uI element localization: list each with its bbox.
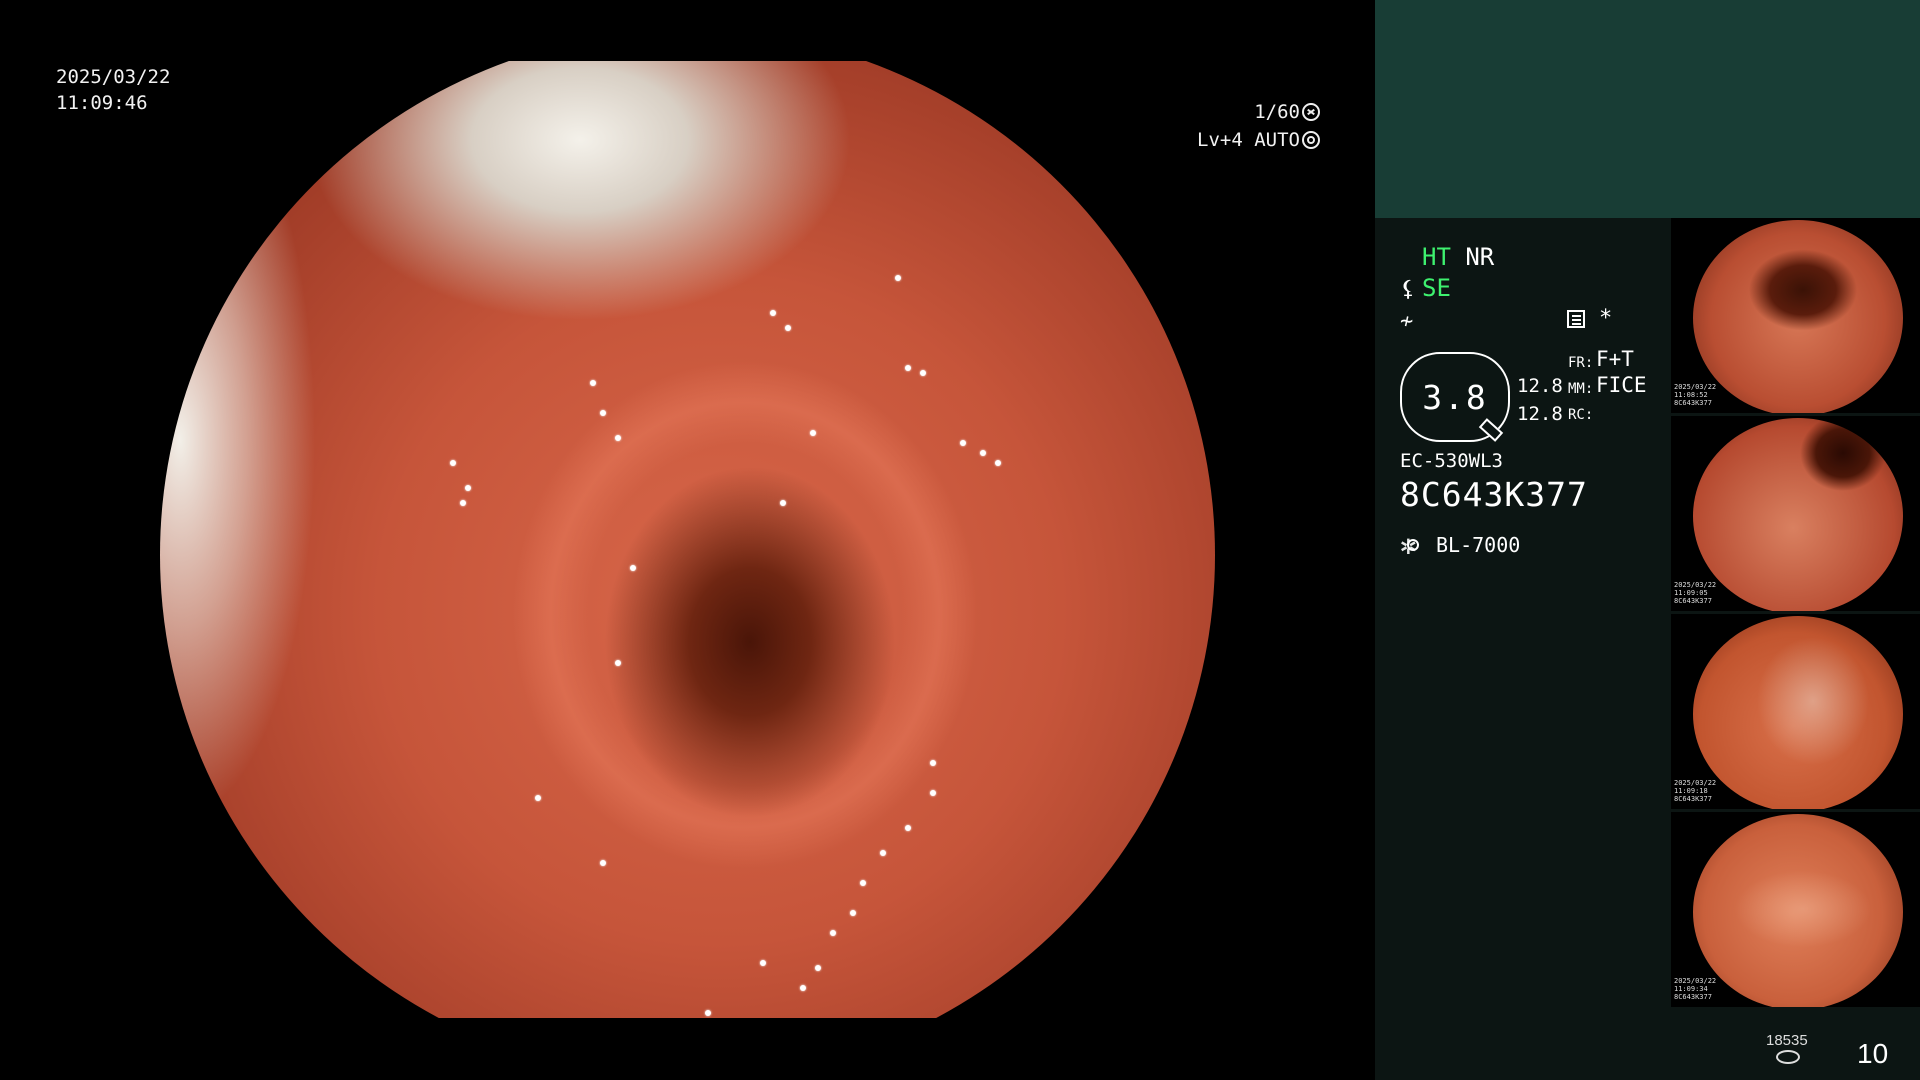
- scope-serial: 8C643K377: [1400, 475, 1588, 514]
- time-text: 11:09:46: [56, 92, 148, 114]
- settings-box-icon: [1567, 310, 1585, 328]
- thumbnail-image: [1693, 814, 1903, 1007]
- thumbnail-2[interactable]: 2025/03/22 11:09:05 8C643K377: [1671, 416, 1920, 614]
- thumb-time: 11:09:18: [1674, 787, 1708, 795]
- endoscope-main-view: 2025/03/22 11:09:46 1/60 Lv+4 AUTO: [0, 0, 1375, 1080]
- storage-disk-icon: [1776, 1050, 1800, 1064]
- thumbnail-image: [1693, 220, 1903, 413]
- zoom-pen-icon: [1478, 418, 1504, 442]
- thumb-time: 11:09:34: [1674, 985, 1708, 993]
- value-1: 12.8: [1517, 375, 1563, 397]
- ht-indicator: HT: [1422, 243, 1451, 271]
- mucosa-bubbles: [160, 61, 1215, 1018]
- date-text: 2025/03/22: [56, 66, 171, 88]
- endoscopic-image: [160, 61, 1215, 1018]
- shutter-text: 1/60: [1254, 101, 1300, 123]
- thumbnail-4[interactable]: 2025/03/22 11:09:34 8C643K377: [1671, 812, 1920, 1010]
- thumb-date: 2025/03/22: [1674, 779, 1717, 787]
- zoom-value: 3.8: [1422, 377, 1488, 417]
- panel-header-area: [1375, 0, 1920, 218]
- capture-count: 10: [1857, 1038, 1889, 1069]
- fr-value: F+T: [1596, 347, 1634, 371]
- enhance-icon: ⚸: [1400, 277, 1417, 302]
- mm-label: MM:: [1568, 381, 1594, 397]
- thumbnail-3[interactable]: 2025/03/22 11:09:18 8C643K377: [1671, 614, 1920, 812]
- thumb-serial: 8C643K377: [1674, 597, 1712, 605]
- capture-thumbnails: 2025/03/22 11:08:52 8C643K377 2025/03/22 11…: [1671, 218, 1920, 1010]
- thumb-serial: 8C643K377: [1674, 399, 1712, 407]
- light-source-icon: [1400, 528, 1426, 562]
- light-source: BL-7000: [1400, 528, 1521, 562]
- se-indicator: SE: [1422, 274, 1451, 302]
- mode-icons: *: [1567, 306, 1612, 331]
- parameter-values: 12.8 12.8: [1517, 372, 1563, 428]
- asterisk-mark: *: [1599, 306, 1613, 331]
- light-source-label: BL-7000: [1436, 533, 1521, 557]
- thumbnail-1[interactable]: 2025/03/22 11:08:52 8C643K377: [1671, 218, 1920, 416]
- fr-label: FR:: [1568, 355, 1594, 371]
- thumb-serial: 8C643K377: [1674, 993, 1712, 1001]
- processor-side-panel: HT NR ⚸ SE ≁ * 3.8 12.8 12.8 FR: MM: RC: …: [1375, 0, 1920, 1080]
- scope-model: EC-530WL3: [1400, 450, 1503, 472]
- mm-value: FICE: [1596, 373, 1647, 397]
- status-indicators: HT NR ⚸ SE ≁: [1400, 242, 1494, 337]
- rc-label: RC:: [1568, 407, 1594, 423]
- shutter-icon: [1302, 103, 1320, 121]
- value-2: 12.8: [1517, 403, 1563, 425]
- timestamp: 2025/03/22 11:09:46: [56, 64, 170, 116]
- thumbnail-image: [1693, 616, 1903, 809]
- thumb-date: 2025/03/22: [1674, 977, 1717, 985]
- mode-labels: FR: MM: RC:: [1568, 350, 1593, 428]
- auto-iris-icon: [1302, 131, 1320, 149]
- storage-count: 18535: [1766, 1032, 1808, 1049]
- thumb-time: 11:08:52: [1674, 391, 1708, 399]
- thumb-date: 2025/03/22: [1674, 383, 1717, 391]
- thumb-date: 2025/03/22: [1674, 581, 1717, 589]
- thumbnail-image: [1693, 418, 1903, 611]
- nr-indicator: NR: [1465, 243, 1495, 271]
- zoom-indicator: 3.8: [1400, 352, 1510, 442]
- thumb-serial: 8C643K377: [1674, 795, 1712, 803]
- filter-icon: ≁: [1400, 309, 1414, 334]
- thumb-time: 11:09:05: [1674, 589, 1708, 597]
- exposure-info: 1/60 Lv+4 AUTO: [1197, 98, 1320, 154]
- mode-values: F+T FICE: [1596, 346, 1647, 398]
